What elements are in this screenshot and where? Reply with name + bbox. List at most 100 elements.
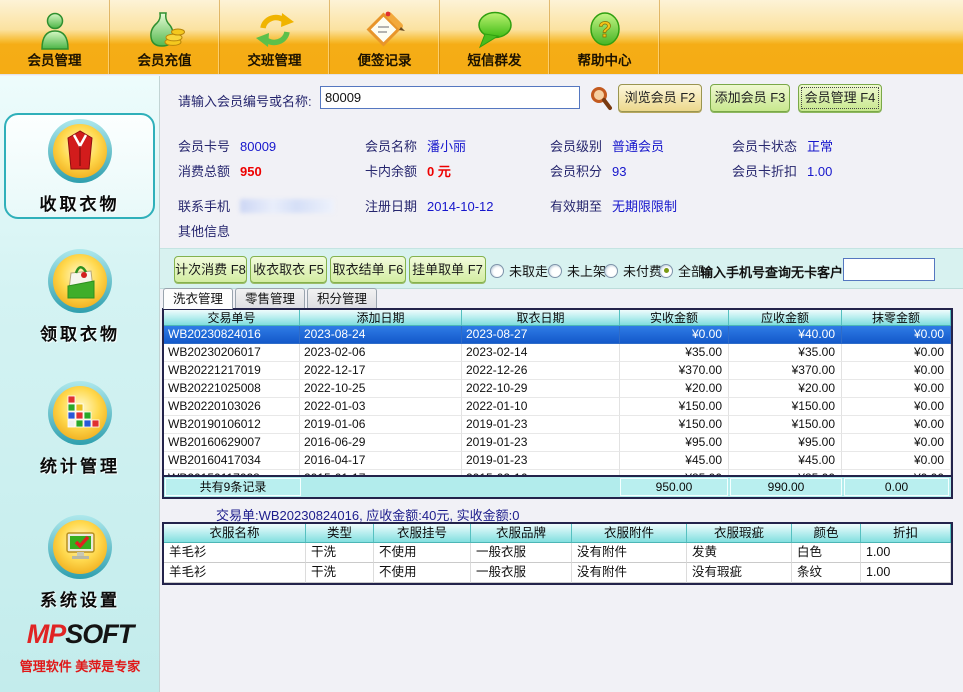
- sms-broadcast-icon: [472, 7, 518, 53]
- sidebar-item-collect-clothes[interactable]: 领取衣物: [0, 248, 160, 345]
- member-balance-value: 0 元: [427, 164, 451, 179]
- member-status-label: 会员卡状态: [732, 139, 797, 154]
- action-strip: 计次消费 F8 收衣取衣 F5 取衣结单 F6 挂单取单 F7 未取走 未上架 …: [160, 248, 963, 289]
- record-count: 共有9条记录: [165, 478, 301, 496]
- help-center-icon: ?: [583, 7, 627, 53]
- header-order-id: 交易单号: [164, 310, 300, 325]
- header-brand: 衣服品牌: [471, 524, 572, 542]
- toolbar-item-shift-manage[interactable]: 交班管理: [220, 0, 330, 74]
- table-row[interactable]: WB201604170342016-04-172019-01-23¥45.00¥…: [164, 452, 951, 470]
- table-row[interactable]: WB202201030262022-01-032022-01-10¥150.00…: [164, 398, 951, 416]
- toolbar-item-label: 帮助中心: [578, 53, 632, 69]
- member-level-value: 普通会员: [612, 139, 664, 154]
- header-type: 类型: [306, 524, 374, 542]
- header-tag-no: 衣服挂号: [374, 524, 471, 542]
- header-receivable: 应收金额: [729, 310, 842, 325]
- table-row[interactable]: 羊毛衫干洗不使用一般衣服没有附件没有瑕疵条纹1.00: [164, 563, 951, 583]
- radio-circle[interactable]: [659, 264, 673, 278]
- member-spend-label: 消费总额: [178, 164, 230, 179]
- table-row[interactable]: WB201901060122019-01-062019-01-23¥150.00…: [164, 416, 951, 434]
- main-panel: 请输入会员编号或名称: 浏览会员 F2 添加会员 F3 会员管理 F4 会员卡号…: [160, 76, 963, 692]
- system-settings-icon: [47, 514, 113, 580]
- radio-not-shelved[interactable]: 未上架: [548, 261, 606, 280]
- toolbar-item-member-recharge[interactable]: 会员充值: [110, 0, 220, 74]
- member-discount-value: 1.00: [807, 164, 832, 179]
- member-points-label: 会员积分: [550, 164, 602, 179]
- member-other-label: 其他信息: [178, 224, 230, 239]
- member-discount-label: 会员卡折扣: [732, 164, 797, 179]
- toolbar-item-note-record[interactable]: 便签记录: [330, 0, 440, 74]
- tab-laundry[interactable]: 洗衣管理: [163, 288, 233, 309]
- header-fetch-date: 取衣日期: [462, 310, 620, 325]
- receive-fetch-button[interactable]: 收衣取衣 F5: [250, 256, 327, 283]
- hold-fetch-button[interactable]: 挂单取单 F7: [409, 256, 486, 283]
- member-spend-value: 950: [240, 164, 262, 179]
- orders-table-header: 交易单号 添加日期 取衣日期 实收金额 应收金额 抹零金额: [164, 310, 951, 326]
- member-manage-button[interactable]: 会员管理 F4: [798, 84, 882, 112]
- member-phone-label: 联系手机: [178, 199, 230, 214]
- table-row[interactable]: WB202210250082022-10-252022-10-29¥20.00¥…: [164, 380, 951, 398]
- statistics-icon: [47, 380, 113, 446]
- radio-circle[interactable]: [490, 264, 504, 278]
- tab-retail[interactable]: 零售管理: [235, 288, 305, 309]
- header-add-date: 添加日期: [300, 310, 462, 325]
- search-icon[interactable]: [589, 85, 615, 112]
- member-manage-icon: [33, 7, 77, 53]
- member-card-value: 80009: [240, 139, 276, 154]
- brand-mp: MP: [27, 619, 66, 649]
- toolbar-item-member-manage[interactable]: 会员管理: [0, 0, 110, 74]
- items-table-body: 羊毛衫干洗不使用一般衣服没有附件发黄白色1.00 羊毛衫干洗不使用一般衣服没有附…: [164, 543, 951, 583]
- radio-all[interactable]: 全部: [659, 261, 704, 280]
- member-level-label: 会员级别: [550, 139, 602, 154]
- member-status-value: 正常: [807, 139, 833, 154]
- header-attachment: 衣服附件: [572, 524, 687, 542]
- phone-query-input[interactable]: [843, 258, 935, 281]
- toolbar-item-label: 会员充值: [138, 53, 192, 69]
- header-flaw: 衣服瑕疵: [687, 524, 792, 542]
- member-name-label: 会员名称: [365, 139, 417, 154]
- sidebar-item-label: 系统设置: [0, 586, 160, 611]
- radio-circle[interactable]: [604, 264, 618, 278]
- times-consume-button[interactable]: 计次消费 F8: [174, 256, 247, 283]
- table-row[interactable]: WB202212170192022-12-172022-12-26¥370.00…: [164, 362, 951, 380]
- items-table: 衣服名称 类型 衣服挂号 衣服品牌 衣服附件 衣服瑕疵 颜色 折扣 羊毛衫干洗不…: [162, 522, 953, 585]
- member-name-value: 潘小丽: [427, 139, 466, 154]
- sidebar-item-receive-clothes[interactable]: 收取衣物: [4, 113, 155, 219]
- shift-manage-icon: [252, 7, 298, 53]
- tab-points[interactable]: 积分管理: [307, 288, 377, 309]
- brand-soft: SOFT: [65, 619, 133, 649]
- table-row[interactable]: WB202302060172023-02-062023-02-14¥35.00¥…: [164, 344, 951, 362]
- table-row[interactable]: WB201606290072016-06-292019-01-23¥95.00¥…: [164, 434, 951, 452]
- add-member-button[interactable]: 添加会员 F3: [710, 84, 790, 112]
- header-rounding: 抹零金额: [842, 310, 951, 325]
- svg-text:?: ?: [598, 17, 611, 42]
- sidebar-item-system-settings[interactable]: 系统设置: [0, 514, 160, 611]
- table-row[interactable]: 羊毛衫干洗不使用一般衣服没有附件发黄白色1.00: [164, 543, 951, 563]
- header-color: 颜色: [792, 524, 861, 542]
- header-discount: 折扣: [861, 524, 951, 542]
- sidebar: 收取衣物 领取衣物: [0, 76, 160, 692]
- member-card-label: 会员卡号: [178, 139, 230, 154]
- sidebar-item-label: 收取衣物: [6, 190, 153, 215]
- brand-tagline: 管理软件 美萍是专家: [0, 656, 160, 675]
- sum-received: 950.00: [620, 478, 728, 496]
- browse-member-button[interactable]: 浏览会员 F2: [618, 84, 702, 112]
- toolbar-item-help-center[interactable]: ? 帮助中心: [550, 0, 660, 74]
- sidebar-item-statistics[interactable]: 统计管理: [0, 380, 160, 477]
- member-recharge-icon: [142, 7, 188, 53]
- toolbar-item-sms-broadcast[interactable]: 短信群发: [440, 0, 550, 74]
- receive-clothes-icon: [47, 118, 113, 184]
- member-phone-redacted: [240, 199, 334, 213]
- member-search-input[interactable]: [320, 86, 580, 109]
- radio-not-taken[interactable]: 未取走: [490, 261, 548, 280]
- table-row[interactable]: WB202308240162023-08-242023-08-27¥0.00¥4…: [164, 326, 951, 344]
- member-regdate-label: 注册日期: [365, 199, 417, 214]
- radio-unpaid[interactable]: 未付费: [604, 261, 662, 280]
- note-record-icon: [362, 7, 408, 53]
- brand-logo: MPSOFT: [0, 619, 160, 650]
- fetch-settle-button[interactable]: 取衣结单 F6: [330, 256, 406, 283]
- member-expire-value: 无期限限制: [612, 199, 677, 214]
- tab-bar: 洗衣管理 零售管理 积分管理: [163, 288, 377, 309]
- radio-circle[interactable]: [548, 264, 562, 278]
- sidebar-item-label: 领取衣物: [0, 320, 160, 345]
